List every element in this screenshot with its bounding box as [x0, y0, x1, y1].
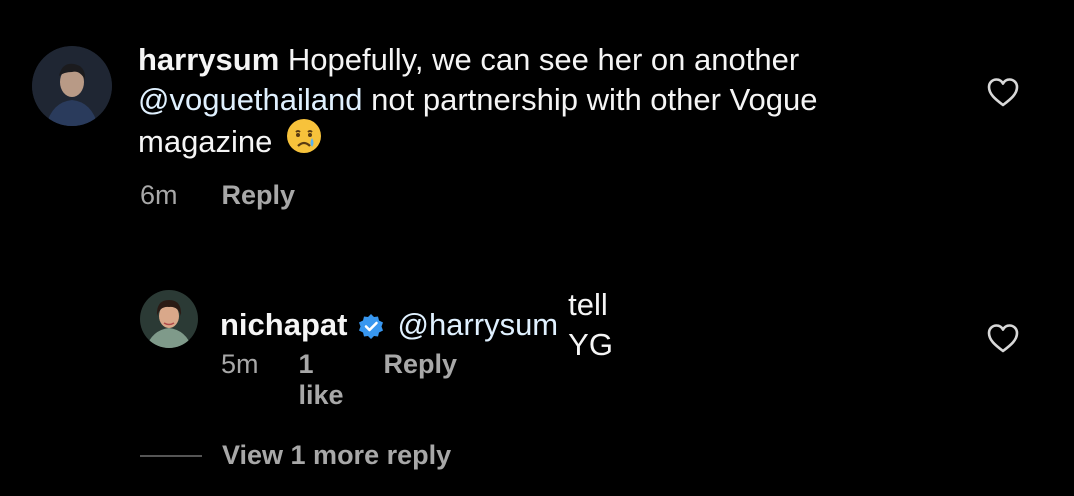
reply-meta: 5m 1 like Reply [221, 349, 457, 411]
crying-face-emoji-icon [285, 117, 323, 165]
comment-mention[interactable]: @voguethailand [138, 82, 363, 117]
reply-username[interactable]: nichapat [220, 305, 347, 345]
comment-meta: 6m Reply [140, 180, 295, 211]
avatar[interactable] [140, 290, 198, 348]
like-heart-icon[interactable] [986, 76, 1020, 108]
comment-username[interactable]: harrysum [138, 42, 279, 77]
view-more-replies-button[interactable]: View 1 more reply [140, 440, 451, 471]
like-heart-icon[interactable] [986, 322, 1020, 354]
reply-timestamp: 5m [221, 349, 259, 379]
avatar-image [140, 290, 198, 348]
reply-text: tell YG [568, 287, 613, 362]
comment-reply-button[interactable]: Reply [222, 180, 296, 211]
comment-text-before: Hopefully, we can see her on another [287, 42, 800, 77]
avatar[interactable] [32, 46, 112, 126]
reply-likes-count[interactable]: 1 like [299, 349, 344, 411]
reply-reply-button[interactable]: Reply [384, 349, 458, 411]
view-more-divider [140, 454, 202, 457]
comment-text-block: harrysum Hopefully, we can see her on an… [138, 40, 938, 168]
comment-timestamp: 6m [140, 180, 178, 210]
verified-badge-icon [357, 311, 385, 339]
reply-mention[interactable]: @harrysum [397, 305, 558, 345]
avatar-image [32, 46, 112, 126]
view-more-label: View 1 more reply [222, 440, 452, 470]
